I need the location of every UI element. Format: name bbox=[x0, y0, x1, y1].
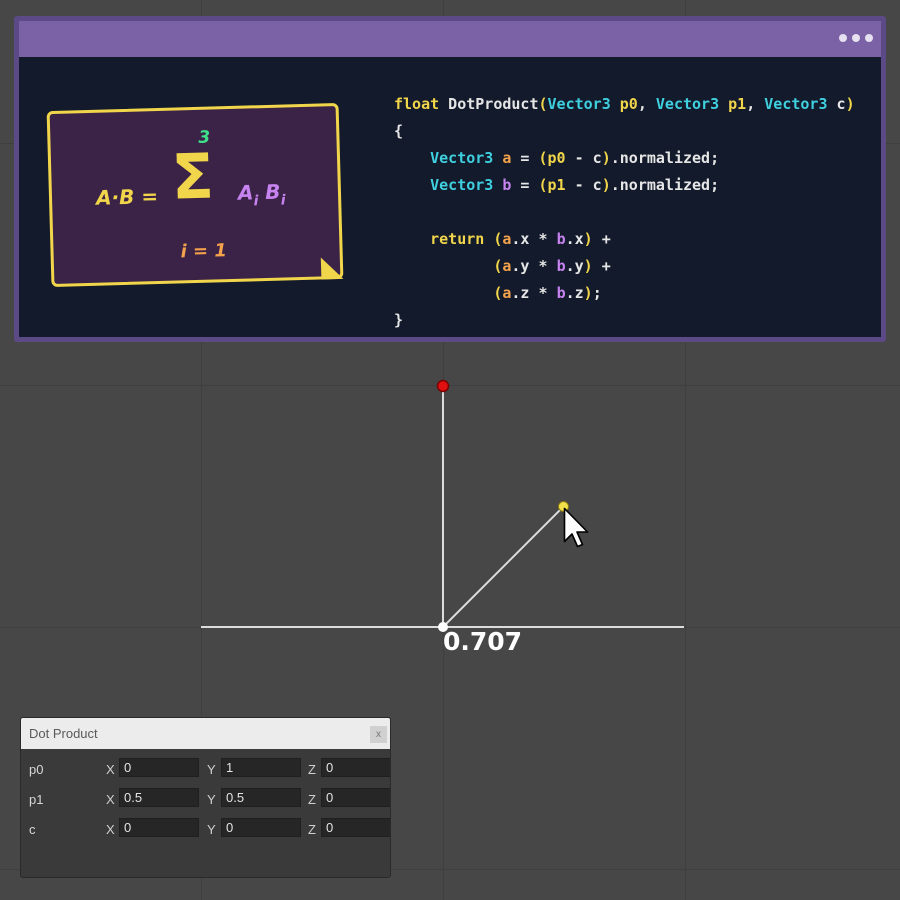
point-row-c: c X Y Z bbox=[21, 813, 390, 843]
x-label: X bbox=[106, 762, 115, 777]
z-label: Z bbox=[308, 792, 316, 807]
p0-z-field[interactable] bbox=[321, 758, 390, 777]
y-label: Y bbox=[207, 822, 216, 837]
point-row-p0: p0 X Y Z bbox=[21, 753, 390, 783]
x-label: X bbox=[106, 822, 115, 837]
dot-product-readout: 0.707 bbox=[443, 627, 523, 656]
c-x-field[interactable] bbox=[119, 818, 199, 837]
x-label: X bbox=[106, 792, 115, 807]
dot-product-panel: Dot Product x p0 X Y Z p1 X Y Z c X Y bbox=[20, 717, 391, 878]
row-label: p0 bbox=[29, 762, 44, 777]
p0-x-field[interactable] bbox=[119, 758, 199, 777]
z-label: Z bbox=[308, 822, 316, 837]
close-icon[interactable]: x bbox=[370, 726, 387, 743]
c-y-field[interactable] bbox=[221, 818, 301, 837]
point-p0-handle[interactable] bbox=[436, 379, 450, 393]
point-row-p1: p1 X Y Z bbox=[21, 783, 390, 813]
panel-title-bar[interactable]: Dot Product x bbox=[21, 718, 390, 749]
p1-z-field[interactable] bbox=[321, 788, 390, 807]
c-z-field[interactable] bbox=[321, 818, 390, 837]
z-label: Z bbox=[308, 762, 316, 777]
mouse-cursor-icon bbox=[563, 507, 589, 548]
panel-rows: p0 X Y Z p1 X Y Z c X Y Z bbox=[21, 753, 390, 843]
y-label: Y bbox=[207, 762, 216, 777]
row-label: p1 bbox=[29, 792, 44, 807]
y-label: Y bbox=[207, 792, 216, 807]
row-label: c bbox=[29, 822, 36, 837]
p1-x-field[interactable] bbox=[119, 788, 199, 807]
p0-y-field[interactable] bbox=[221, 758, 301, 777]
vector-p1-line bbox=[442, 505, 565, 628]
panel-title: Dot Product bbox=[29, 726, 98, 741]
p1-y-field[interactable] bbox=[221, 788, 301, 807]
